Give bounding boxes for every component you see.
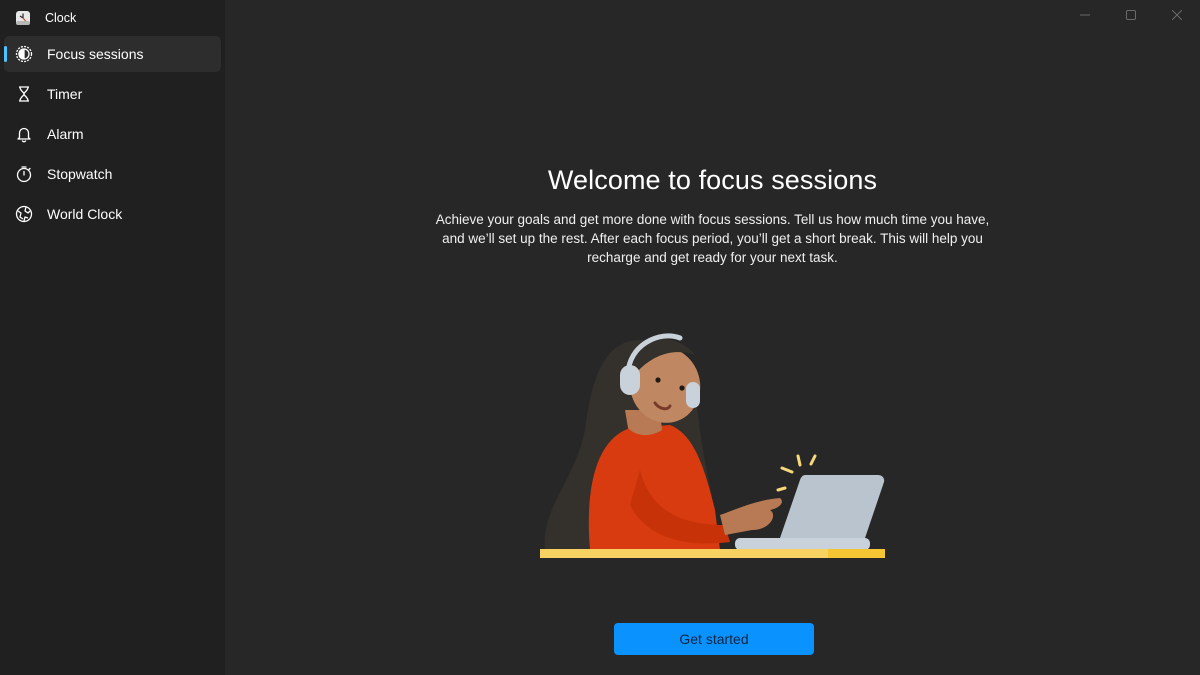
focus-illustration	[530, 320, 900, 565]
hand-shape	[720, 498, 782, 535]
sidebar-nav: Focus sessions Timer Alarm Stopwatch Wor…	[0, 36, 225, 232]
app-title: Clock	[45, 11, 77, 25]
clock-app-window: Clock Focus sessions Timer Alarm Stopwat…	[0, 0, 1200, 675]
maximize-button[interactable]	[1108, 0, 1154, 32]
sidebar-item-label: Focus sessions	[47, 46, 144, 62]
page-title: Welcome to focus sessions	[547, 165, 878, 195]
sidebar-item-label: Stopwatch	[47, 166, 113, 182]
sidebar-item-label: World Clock	[47, 206, 123, 222]
clock-app-icon	[14, 9, 32, 27]
focus-icon	[15, 45, 33, 63]
laptop-screen	[780, 475, 885, 538]
sidebar-item-label: Timer	[47, 86, 83, 102]
welcome-section: Welcome to focus sessions Achieve your g…	[225, 165, 1200, 267]
maximize-icon	[1126, 7, 1136, 25]
main-content: Welcome to focus sessions Achieve your g…	[225, 0, 1200, 675]
globe-icon	[15, 205, 33, 223]
selection-indicator	[4, 46, 7, 62]
sidebar-item-stopwatch[interactable]: Stopwatch	[4, 156, 221, 192]
sidebar: Clock Focus sessions Timer Alarm Stopwat…	[0, 0, 225, 675]
sidebar-item-world-clock[interactable]: World Clock	[4, 196, 221, 232]
window-controls	[1062, 0, 1200, 32]
close-icon	[1171, 7, 1183, 25]
sidebar-item-timer[interactable]: Timer	[4, 76, 221, 112]
sidebar-item-alarm[interactable]: Alarm	[4, 116, 221, 152]
get-started-button[interactable]: Get started	[614, 623, 814, 655]
stopwatch-icon	[15, 165, 33, 183]
page-description: Achieve your goals and get more done wit…	[435, 212, 990, 265]
bell-icon	[15, 125, 33, 143]
laptop-base	[735, 538, 870, 550]
sidebar-item-label: Alarm	[47, 126, 84, 142]
minimize-button[interactable]	[1062, 0, 1108, 32]
close-button[interactable]	[1154, 0, 1200, 32]
sidebar-item-focus-sessions[interactable]: Focus sessions	[4, 36, 221, 72]
minimize-icon	[1080, 7, 1090, 25]
hourglass-icon	[15, 85, 33, 103]
title-bar: Clock	[0, 0, 225, 36]
